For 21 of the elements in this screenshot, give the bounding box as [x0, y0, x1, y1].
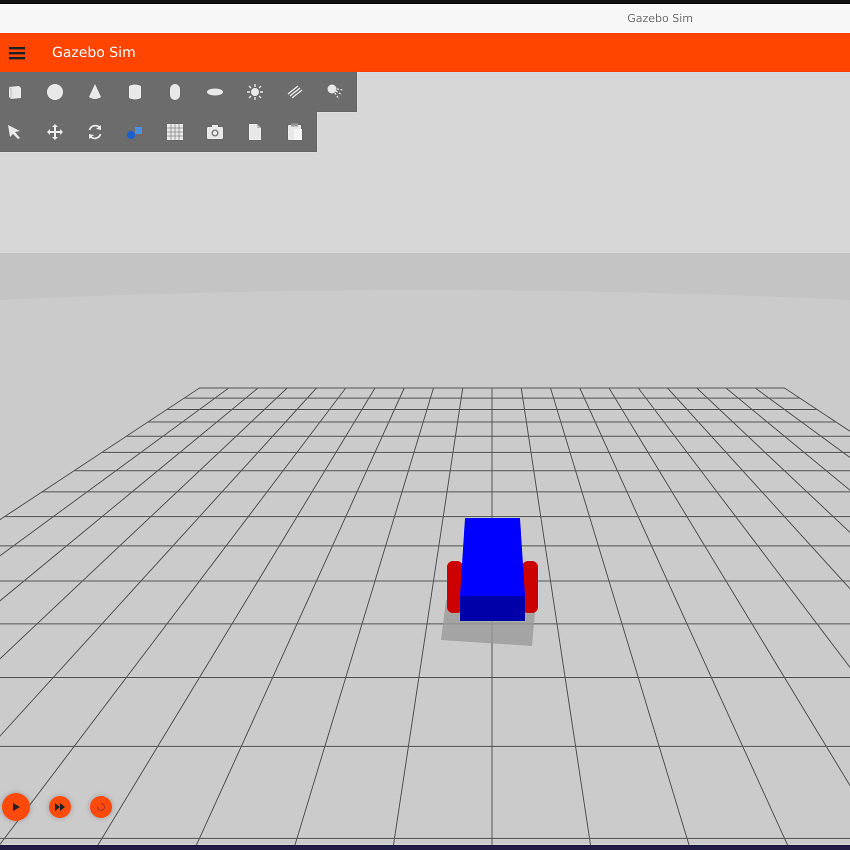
sphere-icon[interactable] — [46, 83, 64, 101]
move-arrows-icon[interactable] — [46, 123, 64, 141]
box-icon[interactable] — [6, 83, 24, 101]
cone-icon[interactable] — [86, 83, 104, 101]
paste-icon[interactable] — [286, 123, 304, 141]
spotlight-icon[interactable] — [326, 83, 344, 101]
cylinder-icon[interactable] — [126, 83, 144, 101]
3d-viewport[interactable] — [0, 72, 850, 845]
grid-icon[interactable] — [166, 123, 184, 141]
robot-car-drawing[interactable] — [441, 518, 538, 646]
reset-icon — [96, 802, 106, 812]
fast-forward-icon — [55, 803, 65, 811]
camera-icon[interactable] — [206, 123, 224, 141]
copy-icon[interactable] — [246, 123, 264, 141]
app-title: Gazebo Sim — [52, 44, 136, 60]
play-icon — [11, 802, 21, 812]
menu-icon[interactable] — [9, 46, 25, 60]
sun-icon[interactable] — [246, 83, 264, 101]
diagonal-lines-icon[interactable] — [286, 83, 304, 101]
window-title: Gazebo Sim — [627, 12, 693, 25]
rotate-icon[interactable] — [86, 123, 104, 141]
